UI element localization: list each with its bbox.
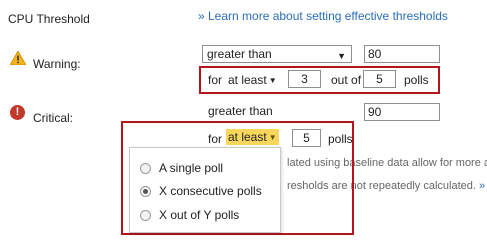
menu-option-label: X out of Y polls: [159, 208, 240, 222]
menu-option-label: A single poll: [159, 161, 224, 175]
page-title: CPU Threshold: [8, 12, 90, 26]
warning-value-input[interactable]: 80: [364, 45, 440, 63]
critical-polls-label: polls: [328, 132, 353, 146]
critical-for-label: for: [208, 132, 223, 146]
warning-out-of-label: out of: [331, 73, 362, 87]
warning-label: Warning:: [33, 57, 81, 71]
critical-mode-label: at least: [228, 130, 267, 144]
critical-label: Critical:: [33, 111, 74, 125]
radio-icon: [140, 209, 151, 221]
caret-down-icon: ▼: [268, 133, 277, 143]
warning-operator-select[interactable]: greater than ▼: [202, 45, 352, 63]
menu-option-consecutive-polls[interactable]: X consecutive polls: [140, 181, 262, 201]
warning-count-input[interactable]: 3: [288, 70, 321, 88]
dropdown-arrow-icon: ▼: [337, 51, 346, 61]
critical-count-input[interactable]: 5: [292, 129, 321, 147]
warning-mode-dropdown[interactable]: at least ▼: [228, 73, 277, 87]
warning-operator-value: greater than: [207, 47, 272, 61]
more-link[interactable]: » M: [479, 180, 487, 192]
critical-operator: greater than: [208, 104, 273, 118]
menu-option-x-out-of-y[interactable]: X out of Y polls: [140, 205, 239, 225]
critical-value-input[interactable]: 90: [364, 103, 440, 121]
radio-icon: [140, 162, 151, 174]
warning-for-label: for: [208, 73, 223, 87]
menu-option-single-poll[interactable]: A single poll: [140, 158, 223, 178]
learn-more-link[interactable]: » Learn more about setting effective thr…: [198, 9, 448, 23]
critical-mode-dropdown[interactable]: at least ▼: [226, 129, 279, 145]
warning-mode-label: at least: [228, 73, 267, 87]
menu-option-label: X consecutive polls: [159, 184, 262, 198]
radio-selected-icon: [140, 185, 151, 197]
warning-icon: [10, 51, 26, 65]
warning-polls-label: polls: [404, 73, 429, 87]
warning-total-input[interactable]: 5: [363, 70, 396, 88]
poll-mode-menu: A single poll X consecutive polls X out …: [129, 147, 281, 233]
critical-icon: !: [10, 105, 25, 120]
caret-down-icon: ▼: [268, 76, 277, 86]
